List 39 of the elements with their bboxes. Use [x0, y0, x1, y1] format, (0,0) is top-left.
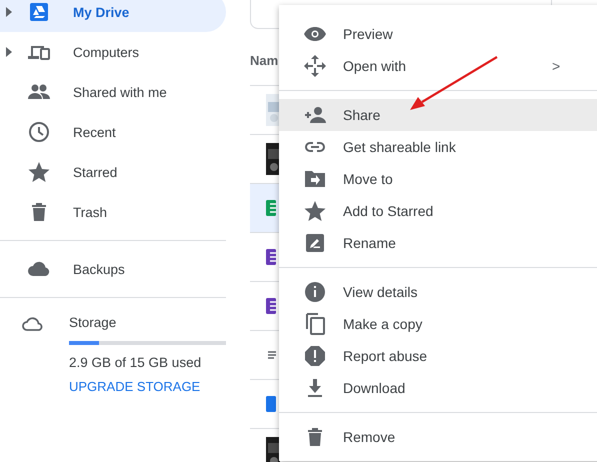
info-icon: [303, 280, 327, 304]
move-arrows-icon: [303, 54, 327, 78]
menu-item[interactable]: View details: [279, 276, 597, 308]
menu-item[interactable]: Make a copy: [279, 308, 597, 340]
chevron-icon: >: [552, 58, 560, 74]
star-icon: [27, 160, 51, 184]
upgrade-link[interactable]: UPGRADE STORAGE: [69, 379, 200, 394]
nav-item[interactable]: Shared with me: [0, 72, 226, 112]
caret-icon[interactable]: [6, 7, 12, 17]
menu-item[interactable]: Move to: [279, 163, 597, 195]
menu-item[interactable]: Preview: [279, 18, 597, 50]
pencil-icon: [303, 231, 327, 255]
storage-usage: 2.9 GB of 15 GB used: [69, 355, 202, 370]
menu-item[interactable]: Share: [279, 99, 597, 131]
menu-item[interactable]: Open with >: [279, 50, 597, 82]
form-icon: [266, 298, 276, 314]
nav-item[interactable]: My Drive: [0, 0, 226, 32]
star-icon: [303, 199, 327, 223]
warning-icon: [303, 344, 327, 368]
menu-item[interactable]: Remove: [279, 421, 597, 453]
menu-item[interactable]: Get shareable link: [279, 131, 597, 163]
form-icon: [266, 249, 276, 265]
column-header[interactable]: Nam: [250, 52, 278, 68]
spreadsheet-icon: [266, 200, 276, 216]
nav-item[interactable]: Computers: [0, 32, 226, 72]
drive-icon: [27, 0, 51, 24]
document-icon: [266, 396, 276, 412]
copy-icon: [303, 312, 327, 336]
nav-item[interactable]: Backups: [0, 249, 226, 289]
storage-label: Storage: [69, 315, 116, 330]
menu-item[interactable]: Rename: [279, 227, 597, 259]
menu-item[interactable]: Download: [279, 372, 597, 404]
nav-item[interactable]: Starred: [0, 152, 226, 192]
nav-item[interactable]: Trash: [0, 192, 226, 232]
nav-item[interactable]: Recent: [0, 112, 226, 152]
menu-item[interactable]: Add to Starred: [279, 195, 597, 227]
caret-icon[interactable]: [6, 47, 12, 57]
clock-icon: [27, 120, 51, 144]
menu-item[interactable]: Report abuse: [279, 340, 597, 372]
